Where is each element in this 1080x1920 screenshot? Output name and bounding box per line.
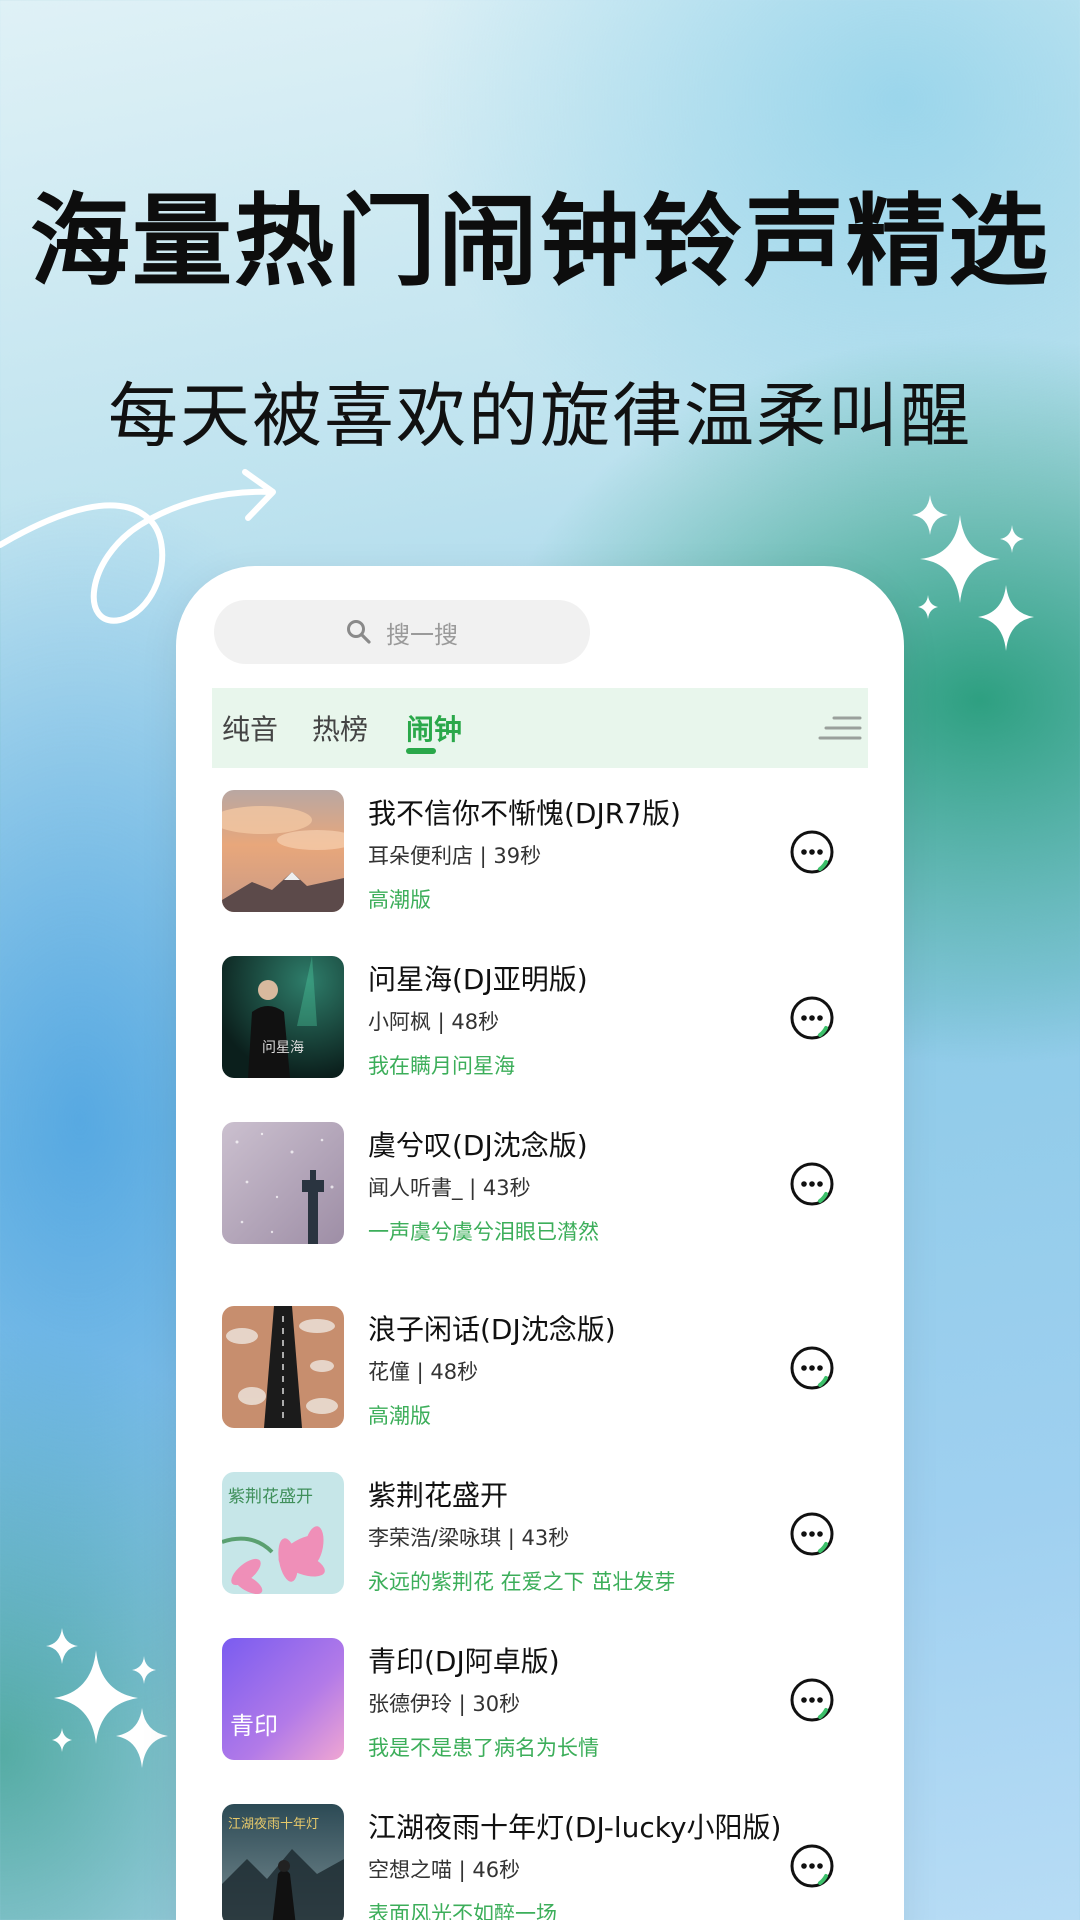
album-cover [222, 1306, 344, 1428]
song-meta: 空想之喵 | 46秒 [368, 1858, 521, 1882]
cover-text: 紫荆花盛开 [228, 1487, 313, 1507]
album-cover: 江湖夜雨十年灯 [222, 1804, 344, 1920]
subheadline: 每天被喜欢的旋律温柔叫醒 [108, 375, 972, 457]
song-meta: 李荣浩/梁咏琪 | 43秒 [368, 1526, 570, 1550]
cover-text: 青印 [230, 1712, 278, 1740]
sparkle-icon [46, 1628, 168, 1768]
song-title: 浪子闲话(DJ沈念版) [368, 1313, 616, 1346]
cover-text: 江湖夜雨十年灯 [228, 1817, 319, 1832]
cover-text: 问星海 [262, 1040, 304, 1056]
song-meta: 耳朵便利店 | 39秒 [368, 844, 542, 868]
menu-icon[interactable] [818, 712, 862, 746]
list-item[interactable]: 虞兮叹(DJ沈念版) 闻人听書_ | 43秒 一声虞兮虞兮泪眼已潸然 [222, 1122, 862, 1246]
tab-bar: 纯音 热榜 闹钟 [212, 688, 868, 768]
more-options-icon[interactable] [788, 1344, 836, 1392]
song-tag: 表面风光不如醉一场 [368, 1902, 557, 1920]
song-tag: 我在瞒月问星海 [368, 1054, 515, 1078]
album-cover: 青印 [222, 1638, 344, 1760]
active-tab-indicator [406, 748, 436, 754]
song-tag: 一声虞兮虞兮泪眼已潸然 [368, 1220, 599, 1244]
list-item[interactable]: 江湖夜雨十年灯 江湖夜雨十年灯(DJ-lucky小阳版) 空想之喵 | 46秒 … [222, 1804, 862, 1920]
more-options-icon[interactable] [788, 994, 836, 1042]
tab-pure-music[interactable]: 纯音 [222, 708, 278, 748]
search-input[interactable]: 搜一搜 [214, 600, 590, 664]
song-title: 问星海(DJ亚明版) [368, 963, 588, 996]
song-meta: 张德伊玲 | 30秒 [368, 1692, 521, 1716]
tab-alarm[interactable]: 闹钟 [406, 708, 462, 748]
song-tag: 高潮版 [368, 1404, 431, 1428]
song-tag: 我是不是患了病名为长情 [368, 1736, 599, 1760]
more-options-icon[interactable] [788, 1510, 836, 1558]
sparkle-icon [912, 495, 1034, 651]
more-options-icon[interactable] [788, 1842, 836, 1890]
song-tag: 永远的紫荆花 在爱之下 茁壮发芽 [368, 1570, 676, 1594]
search-icon [347, 620, 371, 644]
album-cover [222, 790, 344, 912]
tab-hot-chart[interactable]: 热榜 [312, 708, 368, 748]
song-title: 紫荆花盛开 [368, 1479, 509, 1512]
more-options-icon[interactable] [788, 1676, 836, 1724]
list-item[interactable]: 青印 青印(DJ阿卓版) 张德伊玲 | 30秒 我是不是患了病名为长情 [222, 1638, 862, 1762]
song-title: 虞兮叹(DJ沈念版) [368, 1129, 588, 1162]
song-meta: 小阿枫 | 48秒 [368, 1010, 500, 1034]
headline: 海量热门闹钟铃声精选 [30, 183, 1050, 300]
search-placeholder: 搜一搜 [386, 620, 458, 649]
song-title: 青印(DJ阿卓版) [368, 1645, 560, 1678]
more-options-icon[interactable] [788, 828, 836, 876]
list-item[interactable]: 问星海 问星海(DJ亚明版) 小阿枫 | 48秒 我在瞒月问星海 [222, 956, 862, 1080]
phone-card: 搜一搜 纯音 热榜 闹钟 我不信你不惭愧(DJR7版) 耳朵便利店 | 39秒 … [176, 566, 904, 1920]
list-item[interactable]: 紫荆花盛开 紫荆花盛开 李荣浩/梁咏琪 | 43秒 永远的紫荆花 在爱之下 茁壮… [222, 1472, 862, 1596]
album-cover: 问星海 [222, 956, 344, 1078]
song-title: 江湖夜雨十年灯(DJ-lucky小阳版) [368, 1811, 782, 1844]
album-cover [222, 1122, 344, 1244]
list-item[interactable]: 浪子闲话(DJ沈念版) 花僮 | 48秒 高潮版 [222, 1306, 862, 1430]
album-cover: 紫荆花盛开 [222, 1472, 344, 1594]
song-meta: 闻人听書_ | 43秒 [368, 1176, 531, 1200]
more-options-icon[interactable] [788, 1160, 836, 1208]
song-meta: 花僮 | 48秒 [368, 1360, 479, 1384]
list-item[interactable]: 我不信你不惭愧(DJR7版) 耳朵便利店 | 39秒 高潮版 [222, 790, 862, 914]
song-title: 我不信你不惭愧(DJR7版) [368, 797, 681, 830]
song-tag: 高潮版 [368, 888, 431, 912]
